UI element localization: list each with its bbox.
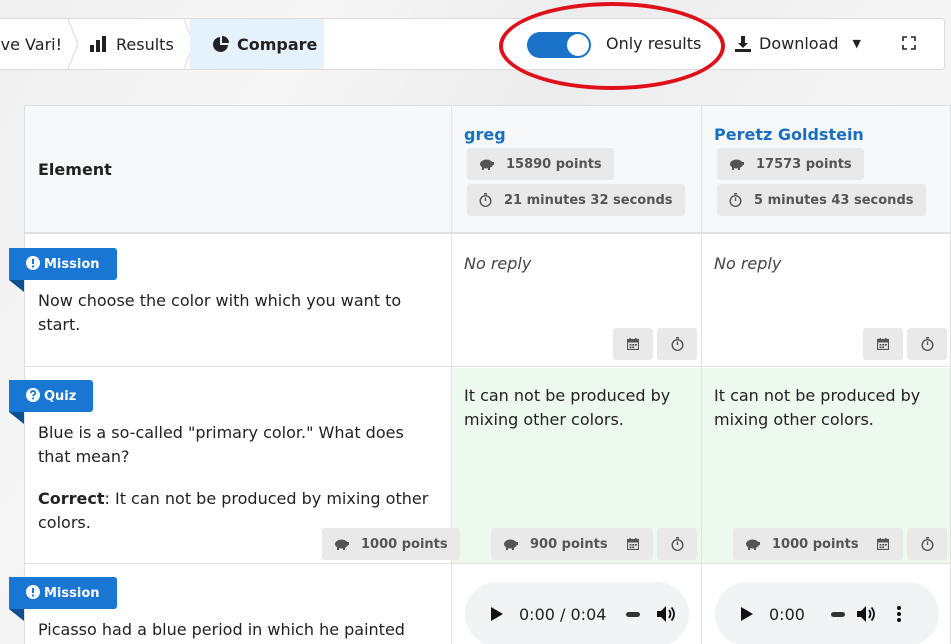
exclamation-icon xyxy=(26,585,40,603)
element-text: Picasso had a blue period in which he pa… xyxy=(38,620,405,639)
comparison-table: Element greg 15890 points 21 minutes 32 … xyxy=(24,105,951,644)
piggy-bank-icon xyxy=(479,158,494,170)
quiz-question: Blue is a so-called "primary color." Wha… xyxy=(38,423,404,466)
time-badge: 21 minutes 32 seconds xyxy=(467,184,685,216)
play-icon[interactable] xyxy=(741,607,753,621)
element-type-badge: Quiz xyxy=(9,380,94,412)
points-label: 15890 points xyxy=(506,156,602,172)
fullscreen-icon[interactable] xyxy=(902,36,916,50)
piggy-bank-icon xyxy=(745,538,760,550)
calendar-button[interactable] xyxy=(863,528,903,560)
ribbon-tail xyxy=(9,412,24,424)
calendar-icon xyxy=(877,338,889,350)
time-label: 21 minutes 32 seconds xyxy=(504,192,673,208)
points-label: 1000 points xyxy=(361,536,448,552)
timer-button[interactable] xyxy=(907,528,947,560)
points-label: 900 points xyxy=(530,536,608,552)
volume-icon[interactable] xyxy=(856,605,877,623)
time-label: 5 minutes 43 seconds xyxy=(754,192,914,208)
element-type-label: Mission xyxy=(44,585,100,601)
calendar-button[interactable] xyxy=(863,328,903,360)
highlight-circle xyxy=(499,2,725,90)
pie-chart-icon xyxy=(212,35,229,53)
audio-time: 0:00 / 0:04 xyxy=(519,604,607,624)
calendar-icon xyxy=(627,538,639,550)
points-label: 17573 points xyxy=(756,156,852,172)
chevron-down-icon: ▼ xyxy=(852,37,861,50)
breadcrumb-compare[interactable]: Compare xyxy=(190,19,324,69)
toolbar: ve Vari! Results Compare Only results Do… xyxy=(0,18,945,70)
calendar-button[interactable] xyxy=(613,328,653,360)
answer-text: It can not be produced by mixing other c… xyxy=(464,386,671,429)
element-text: Now choose the color with which you want… xyxy=(38,291,402,334)
breadcrumb-results-label: Results xyxy=(116,34,174,54)
audio-player[interactable]: 0:00 xyxy=(715,582,939,644)
progress-bar[interactable] xyxy=(830,611,845,617)
correct-label: Correct xyxy=(38,489,105,508)
points-badge: 15890 points xyxy=(467,148,614,180)
element-type-label: Quiz xyxy=(44,388,77,404)
stopwatch-icon xyxy=(479,193,492,207)
download-icon xyxy=(735,35,751,52)
audio-player[interactable]: 0:00 / 0:04 xyxy=(465,582,689,644)
ribbon-tail xyxy=(9,280,24,292)
element-type-label: Mission xyxy=(44,256,100,272)
stopwatch-icon xyxy=(729,193,742,207)
ribbon-tail xyxy=(9,609,24,621)
player-name[interactable]: greg xyxy=(464,125,506,144)
audio-time: 0:00 xyxy=(769,604,805,624)
piggy-bank-icon xyxy=(334,538,349,550)
download-label: Download xyxy=(759,34,839,53)
time-badge: 5 minutes 43 seconds xyxy=(717,184,926,216)
download-button[interactable]: Download ▼ xyxy=(735,34,861,53)
progress-bar[interactable] xyxy=(626,611,641,617)
points-badge: 900 points xyxy=(491,528,620,560)
element-type-badge: Mission xyxy=(9,248,117,280)
breadcrumb-previous[interactable]: ve Vari! xyxy=(0,19,66,69)
exclamation-icon xyxy=(26,256,40,274)
stopwatch-icon xyxy=(671,537,683,551)
answer-text: It can not be produced by mixing other c… xyxy=(714,386,921,429)
points-label: 1000 points xyxy=(772,536,859,552)
points-badge: 1000 points xyxy=(733,528,871,560)
volume-icon[interactable] xyxy=(657,605,677,623)
piggy-bank-icon xyxy=(503,538,518,550)
timer-button[interactable] xyxy=(657,328,697,360)
element-column-header: Element xyxy=(38,160,112,179)
points-badge: 1000 points xyxy=(322,528,460,560)
no-reply-text: No reply xyxy=(464,254,532,273)
more-options-icon[interactable] xyxy=(896,606,901,622)
points-badge: 17573 points xyxy=(717,148,864,180)
question-icon xyxy=(26,388,40,406)
player-name[interactable]: Peretz Goldstein xyxy=(714,125,864,144)
timer-button[interactable] xyxy=(907,328,947,360)
piggy-bank-icon xyxy=(729,158,744,170)
element-type-badge: Mission xyxy=(9,577,117,609)
calendar-icon xyxy=(627,338,639,350)
breadcrumb-previous-label: ve Vari! xyxy=(0,34,62,54)
no-reply-text: No reply xyxy=(714,254,782,273)
breadcrumb-results[interactable]: Results xyxy=(90,19,174,69)
breadcrumb-compare-label: Compare xyxy=(237,34,318,54)
stopwatch-icon xyxy=(921,337,933,351)
calendar-icon xyxy=(877,538,889,550)
calendar-button[interactable] xyxy=(613,528,653,560)
bar-chart-icon xyxy=(90,36,108,52)
timer-button[interactable] xyxy=(657,528,697,560)
play-icon[interactable] xyxy=(491,607,503,621)
stopwatch-icon xyxy=(921,537,933,551)
stopwatch-icon xyxy=(671,337,683,351)
breadcrumb-separator xyxy=(67,19,79,69)
